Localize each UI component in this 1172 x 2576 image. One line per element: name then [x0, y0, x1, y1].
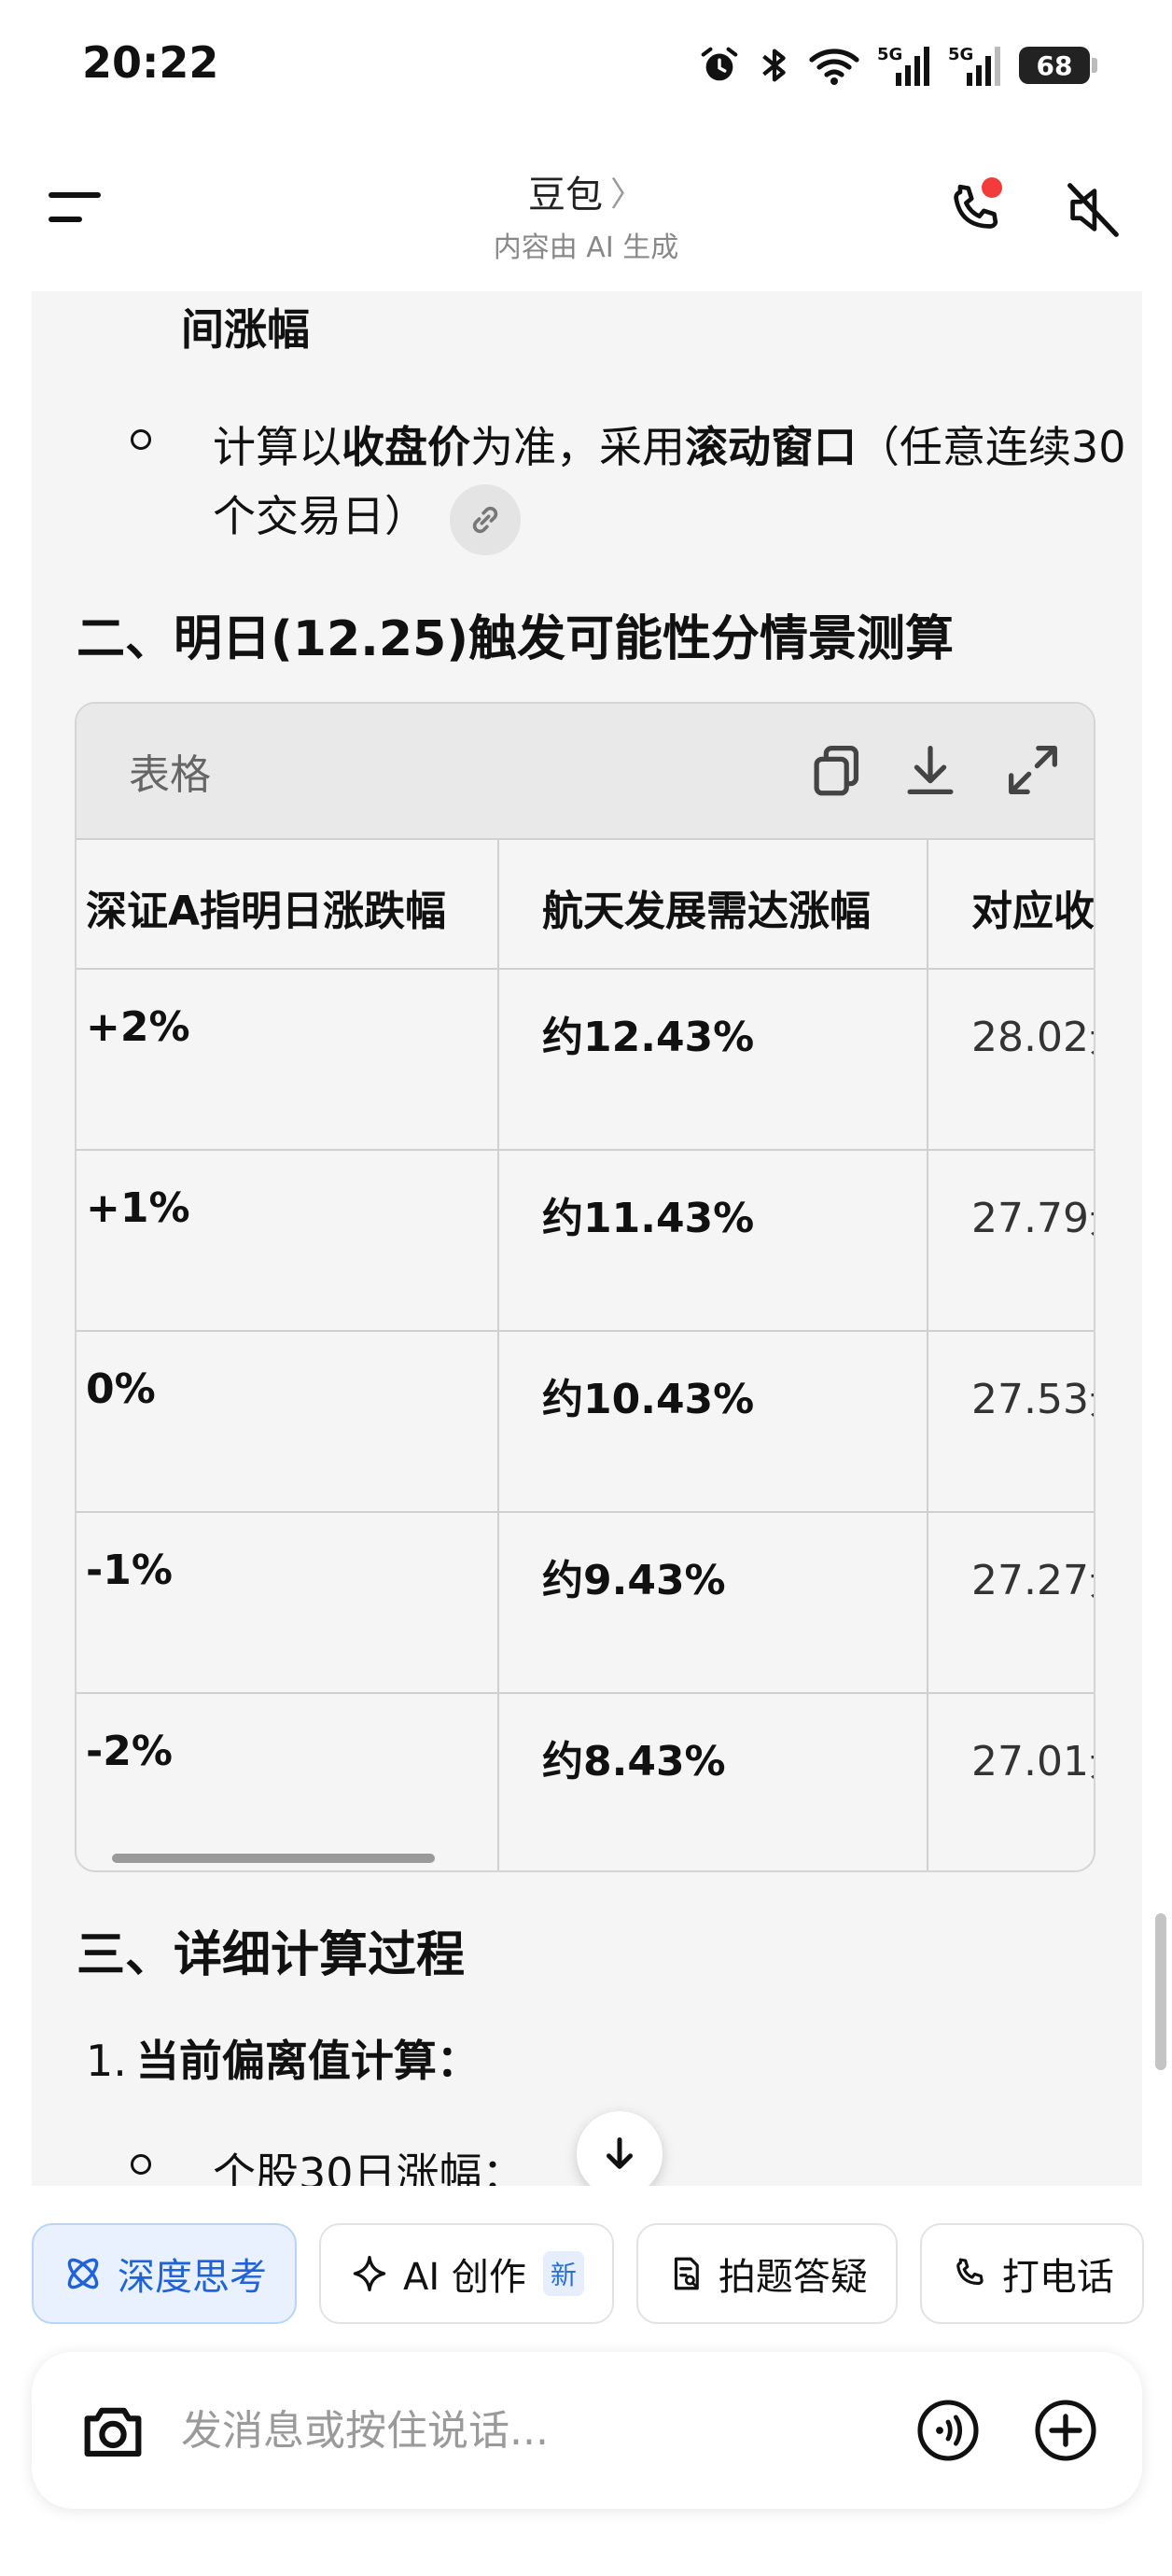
message-input-bar	[32, 2352, 1142, 2509]
table-cell: 0%	[77, 1330, 499, 1513]
download-button[interactable]	[898, 737, 963, 803]
chip-label: 深度思考	[118, 2256, 267, 2299]
app-header: 豆包 〉 内容由 AI 生成	[0, 140, 1172, 280]
signal-5g-icon: 5G	[877, 45, 929, 86]
signal-5g-icon: 5G	[948, 45, 1000, 86]
data-table: 深证A指明日涨跌幅 航天发展需达涨幅 对应收盘价 +2% 约12.43% 28.…	[77, 840, 1094, 1870]
svg-text:5G: 5G	[877, 45, 902, 64]
table-cell: 约9.43%	[497, 1511, 928, 1694]
chip-label: AI 创作	[403, 2256, 526, 2299]
status-bar: 20:22 5G 5G 68	[0, 0, 1172, 131]
quick-action-bar: 深度思考 AI 创作 新 拍题答疑 打电话	[32, 2223, 1144, 2324]
table-cell: 27.53元	[927, 1330, 1094, 1513]
table-cell: 27.79元	[927, 1149, 1094, 1332]
bold-text: 滚动窗口	[685, 422, 857, 472]
alarm-icon	[701, 47, 738, 81]
notification-dot	[982, 177, 1002, 198]
table-header-row: 深证A指明日涨跌幅 航天发展需达涨幅 对应收盘价	[77, 840, 1094, 970]
mute-button[interactable]	[1059, 177, 1124, 243]
table-scroll-area[interactable]: 深证A指明日涨跌幅 航天发展需达涨幅 对应收盘价 +2% 约12.43% 28.…	[77, 840, 1094, 1870]
table-row: 0% 约10.43% 27.53元	[77, 1330, 1094, 1513]
table-row: -1% 约9.43% 27.27元	[77, 1511, 1094, 1694]
source-link-button[interactable]	[450, 483, 521, 555]
menu-button[interactable]	[49, 187, 108, 233]
sparkle-icon	[353, 2255, 386, 2292]
chip-label: 打电话	[1001, 2256, 1114, 2299]
column-header: 深证A指明日涨跌幅	[77, 840, 499, 970]
bot-title[interactable]: 豆包 〉	[528, 164, 644, 218]
svg-text:5G: 5G	[948, 45, 973, 64]
list-item-text: 当前偏离值计算：	[135, 2036, 480, 2086]
plus-icon	[1035, 2400, 1096, 2461]
copy-icon	[814, 746, 859, 796]
text-fragment: 间涨幅	[181, 304, 310, 355]
wifi-icon	[809, 49, 859, 85]
arrow-down-icon	[607, 2137, 633, 2169]
table-cell: 28.02元	[927, 968, 1094, 1151]
table-cell: 27.27元	[927, 1511, 1094, 1694]
section-heading: 二、明日(12.25)触发可能性分情景测算	[77, 611, 955, 667]
header-center: 豆包 〉 内容由 AI 生成	[373, 164, 799, 265]
speaker-muted-icon	[1067, 183, 1119, 237]
bold-text: 收盘价	[342, 422, 470, 472]
chevron-right-icon: 〉	[609, 175, 644, 214]
menu-icon	[49, 192, 101, 198]
voice-wave-icon	[917, 2400, 979, 2461]
section-heading: 三、详细计算过程	[77, 1927, 466, 1983]
photo-question-button[interactable]: 拍题答疑	[635, 2223, 898, 2324]
table-cell: 约11.43%	[497, 1149, 928, 1332]
expand-button[interactable]	[1000, 737, 1066, 803]
bullet-text: 个股30日涨幅：	[213, 2149, 525, 2186]
table-cell: 约8.43%	[497, 1692, 928, 1870]
link-icon	[472, 506, 498, 533]
ordered-list-item: 1. 当前偏离值计算：	[86, 2027, 480, 2089]
table-toolbar: 表格	[77, 704, 1094, 840]
bullet-icon	[131, 2154, 151, 2175]
camera-icon	[84, 2407, 142, 2457]
new-badge: 新	[542, 2251, 584, 2296]
table-cell: 27.01元	[927, 1692, 1094, 1870]
table-cell: 约12.43%	[497, 968, 928, 1151]
status-time: 20:22	[82, 37, 219, 88]
add-button[interactable]	[1032, 2397, 1099, 2464]
bullet-text: 计算以收盘价为准，采用滚动窗口（任意连续30个交易日）	[213, 413, 1142, 555]
menu-icon	[49, 217, 82, 222]
column-header: 航天发展需达涨幅	[497, 840, 928, 970]
copy-button[interactable]	[804, 737, 870, 803]
table-cell: -2%	[77, 1692, 499, 1870]
chat-message-area[interactable]: 间涨幅 计算以收盘价为准，采用滚动窗口（任意连续30个交易日） 二、明日(12.…	[32, 291, 1142, 2186]
bot-name: 豆包	[527, 174, 603, 217]
column-header: 对应收盘价	[927, 840, 1094, 970]
deep-think-button[interactable]: 深度思考	[32, 2223, 297, 2324]
table-row: +2% 约12.43% 28.02元	[77, 968, 1094, 1151]
bullet-icon	[131, 429, 151, 450]
camera-button[interactable]	[75, 2393, 151, 2470]
voice-button[interactable]	[914, 2397, 982, 2464]
table-cell: -1%	[77, 1511, 499, 1694]
phone-call-button[interactable]: 打电话	[919, 2223, 1144, 2324]
table-cell: 约10.43%	[497, 1330, 928, 1513]
table-cell: +1%	[77, 1149, 499, 1332]
list-number: 1.	[86, 2036, 127, 2086]
vertical-scrollbar[interactable]	[1155, 1913, 1166, 2070]
bluetooth-icon	[762, 49, 786, 82]
chip-label: 拍题答疑	[718, 2256, 868, 2299]
table-cell: +2%	[77, 968, 499, 1151]
table-row: -2% 约8.43% 27.01元	[77, 1692, 1094, 1870]
message-input[interactable]	[181, 2391, 909, 2470]
scroll-to-bottom-button[interactable]	[577, 2111, 663, 2186]
phone-icon	[956, 2258, 984, 2286]
ai-create-button[interactable]: AI 创作 新	[319, 2223, 614, 2324]
table-row: +1% 约11.43% 27.79元	[77, 1149, 1094, 1332]
battery-icon: 68	[1019, 47, 1097, 84]
expand-icon	[1009, 746, 1057, 794]
atom-icon	[67, 2258, 99, 2289]
table-label: 表格	[129, 751, 211, 799]
table-card: 表格 深证A指明日涨跌幅 航天发展需达涨幅 对应收盘价	[75, 702, 1095, 1872]
horizontal-scrollbar[interactable]	[112, 1854, 435, 1863]
document-scan-icon	[674, 2257, 699, 2290]
download-icon	[907, 746, 954, 794]
ai-generated-notice: 内容由 AI 生成	[493, 231, 679, 264]
status-icons: 5G 5G 68	[698, 37, 1097, 93]
